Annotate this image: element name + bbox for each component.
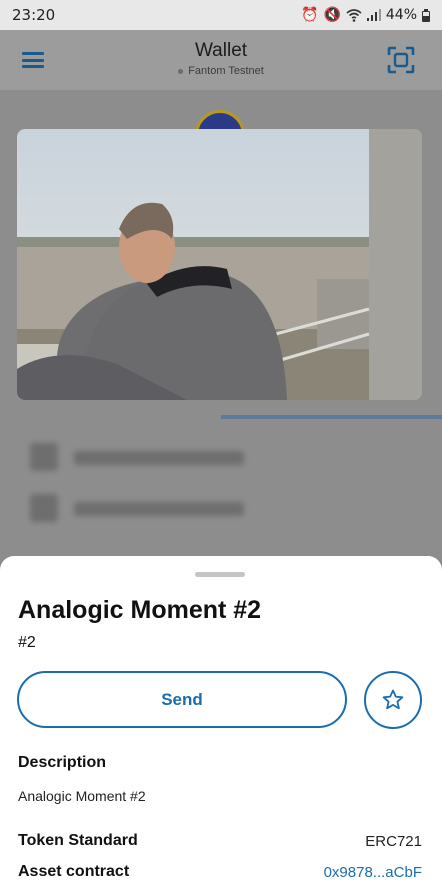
- active-tab-indicator: [221, 415, 442, 419]
- description-text: Analogic Moment #2: [18, 788, 146, 804]
- blurred-list-item: [30, 494, 250, 522]
- mute-icon: 🔇: [323, 7, 341, 23]
- wifi-icon: [346, 9, 362, 22]
- nft-photo-illustration: [17, 129, 422, 400]
- sheet-drag-handle[interactable]: [195, 572, 245, 577]
- qr-scan-icon[interactable]: [387, 46, 415, 74]
- favorite-button[interactable]: [364, 671, 422, 729]
- token-standard-value: ERC721: [365, 833, 422, 850]
- send-button-label: Send: [161, 689, 203, 709]
- signal-icon: [366, 9, 381, 21]
- status-icons: ⏰ 🔇 44%: [301, 7, 430, 23]
- nft-details-sheet: Analogic Moment #2 #2 Send Description A…: [0, 556, 442, 893]
- nft-name: Analogic Moment #2: [18, 596, 262, 624]
- blurred-list-item: [30, 443, 250, 471]
- status-bar: 23:20 ⏰ 🔇 44%: [0, 0, 442, 30]
- asset-contract-link[interactable]: 0x9878...aCbF: [324, 864, 422, 881]
- status-time: 23:20: [12, 6, 56, 24]
- network-status-dot: [178, 68, 184, 74]
- network-indicator[interactable]: Fantom Testnet: [0, 65, 442, 77]
- alarm-icon: ⏰: [301, 7, 319, 23]
- send-button[interactable]: Send: [17, 671, 347, 728]
- token-standard-label: Token Standard: [18, 832, 138, 849]
- nft-token-id: #2: [18, 634, 36, 651]
- network-name: Fantom Testnet: [188, 65, 264, 77]
- star-icon: [382, 689, 404, 710]
- page-title: Wallet: [194, 40, 248, 61]
- asset-contract-label: Asset contract: [18, 863, 130, 880]
- nft-image: [17, 129, 422, 400]
- battery-icon: [422, 8, 430, 22]
- description-label: Description: [18, 754, 107, 771]
- app-header: Wallet Fantom Testnet: [0, 30, 442, 90]
- battery-level: 44%: [385, 7, 417, 23]
